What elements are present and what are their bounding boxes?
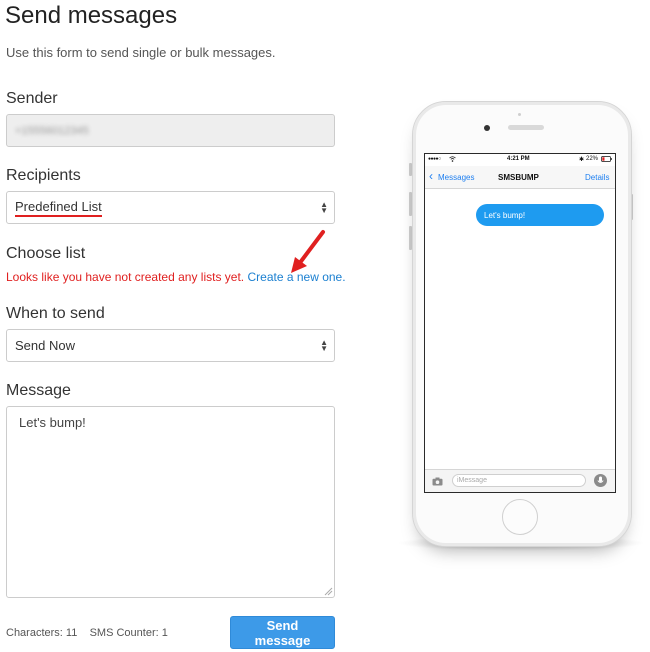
battery-percent: 22% [586,156,599,162]
sender-field[interactable]: +15556012345 [6,114,335,147]
choose-list-label: Choose list [6,245,86,262]
phone-details-label: Details [585,173,610,182]
when-to-send-label: When to send [6,305,105,322]
bluetooth-icon: ✱ [579,157,585,163]
characters-count: 11 [65,627,78,639]
when-to-send-select[interactable]: Send Now ▲ ▼ [6,329,335,362]
phone-nav-bar: ‹ Messages SMSBUMP Details [425,166,615,189]
imessage-input: iMessage [452,474,586,487]
phone-time: 4:21 PM [507,156,530,162]
phone-conversation-title: SMSBUMP [498,173,539,182]
recipients-label: Recipients [6,167,81,184]
sender-value: +15556012345 [15,124,89,137]
no-lists-error-text: Looks like you have not created any list… [6,270,245,284]
message-counters: Characters: 11 SMS Counter: 1 [6,627,168,639]
send-message-button[interactable]: Send message [230,616,335,649]
signal-dots: ●●●●○ [428,156,441,162]
battery-icon [601,156,612,162]
chevron-updown-icon: ▲ ▼ [320,199,328,215]
recipients-selected-value: Predefined List [15,199,102,217]
wifi-icon [449,156,456,162]
phone-front-camera [484,125,490,131]
page-title: Send messages [5,2,178,29]
sms-counter-label: SMS Counter: [89,627,159,639]
phone-speaker [508,125,544,130]
back-chevron-icon: ‹ [429,169,433,183]
message-textarea[interactable]: Let's bump! [6,406,335,598]
recipients-select[interactable]: Predefined List ▲ ▼ [6,191,335,224]
phone-input-bar: iMessage [425,469,615,492]
phone-screen: ●●●●○ 4:21 PM ✱ 22% ‹ Messages SMSBUMP D… [424,153,616,493]
resize-grip-icon[interactable] [324,587,333,596]
phone-home-button [502,499,538,535]
phone-status-bar: ●●●●○ 4:21 PM ✱ 22% [425,154,615,166]
when-to-send-selected-value: Send Now [15,338,75,353]
imessage-bubble: Let's bump! [476,204,604,226]
page-subtitle: Use this form to send single or bulk mes… [6,45,276,60]
sms-counter-value: 1 [161,627,168,639]
phone-sensor [518,113,521,116]
camera-icon [432,477,443,486]
message-label: Message [6,382,71,399]
phone-back-label: Messages [438,173,475,182]
microphone-icon [594,474,607,487]
characters-label: Characters: [6,627,63,639]
red-arrow-annotation [291,230,325,273]
sender-label: Sender [6,90,58,107]
chevron-updown-icon: ▲ ▼ [320,337,328,353]
